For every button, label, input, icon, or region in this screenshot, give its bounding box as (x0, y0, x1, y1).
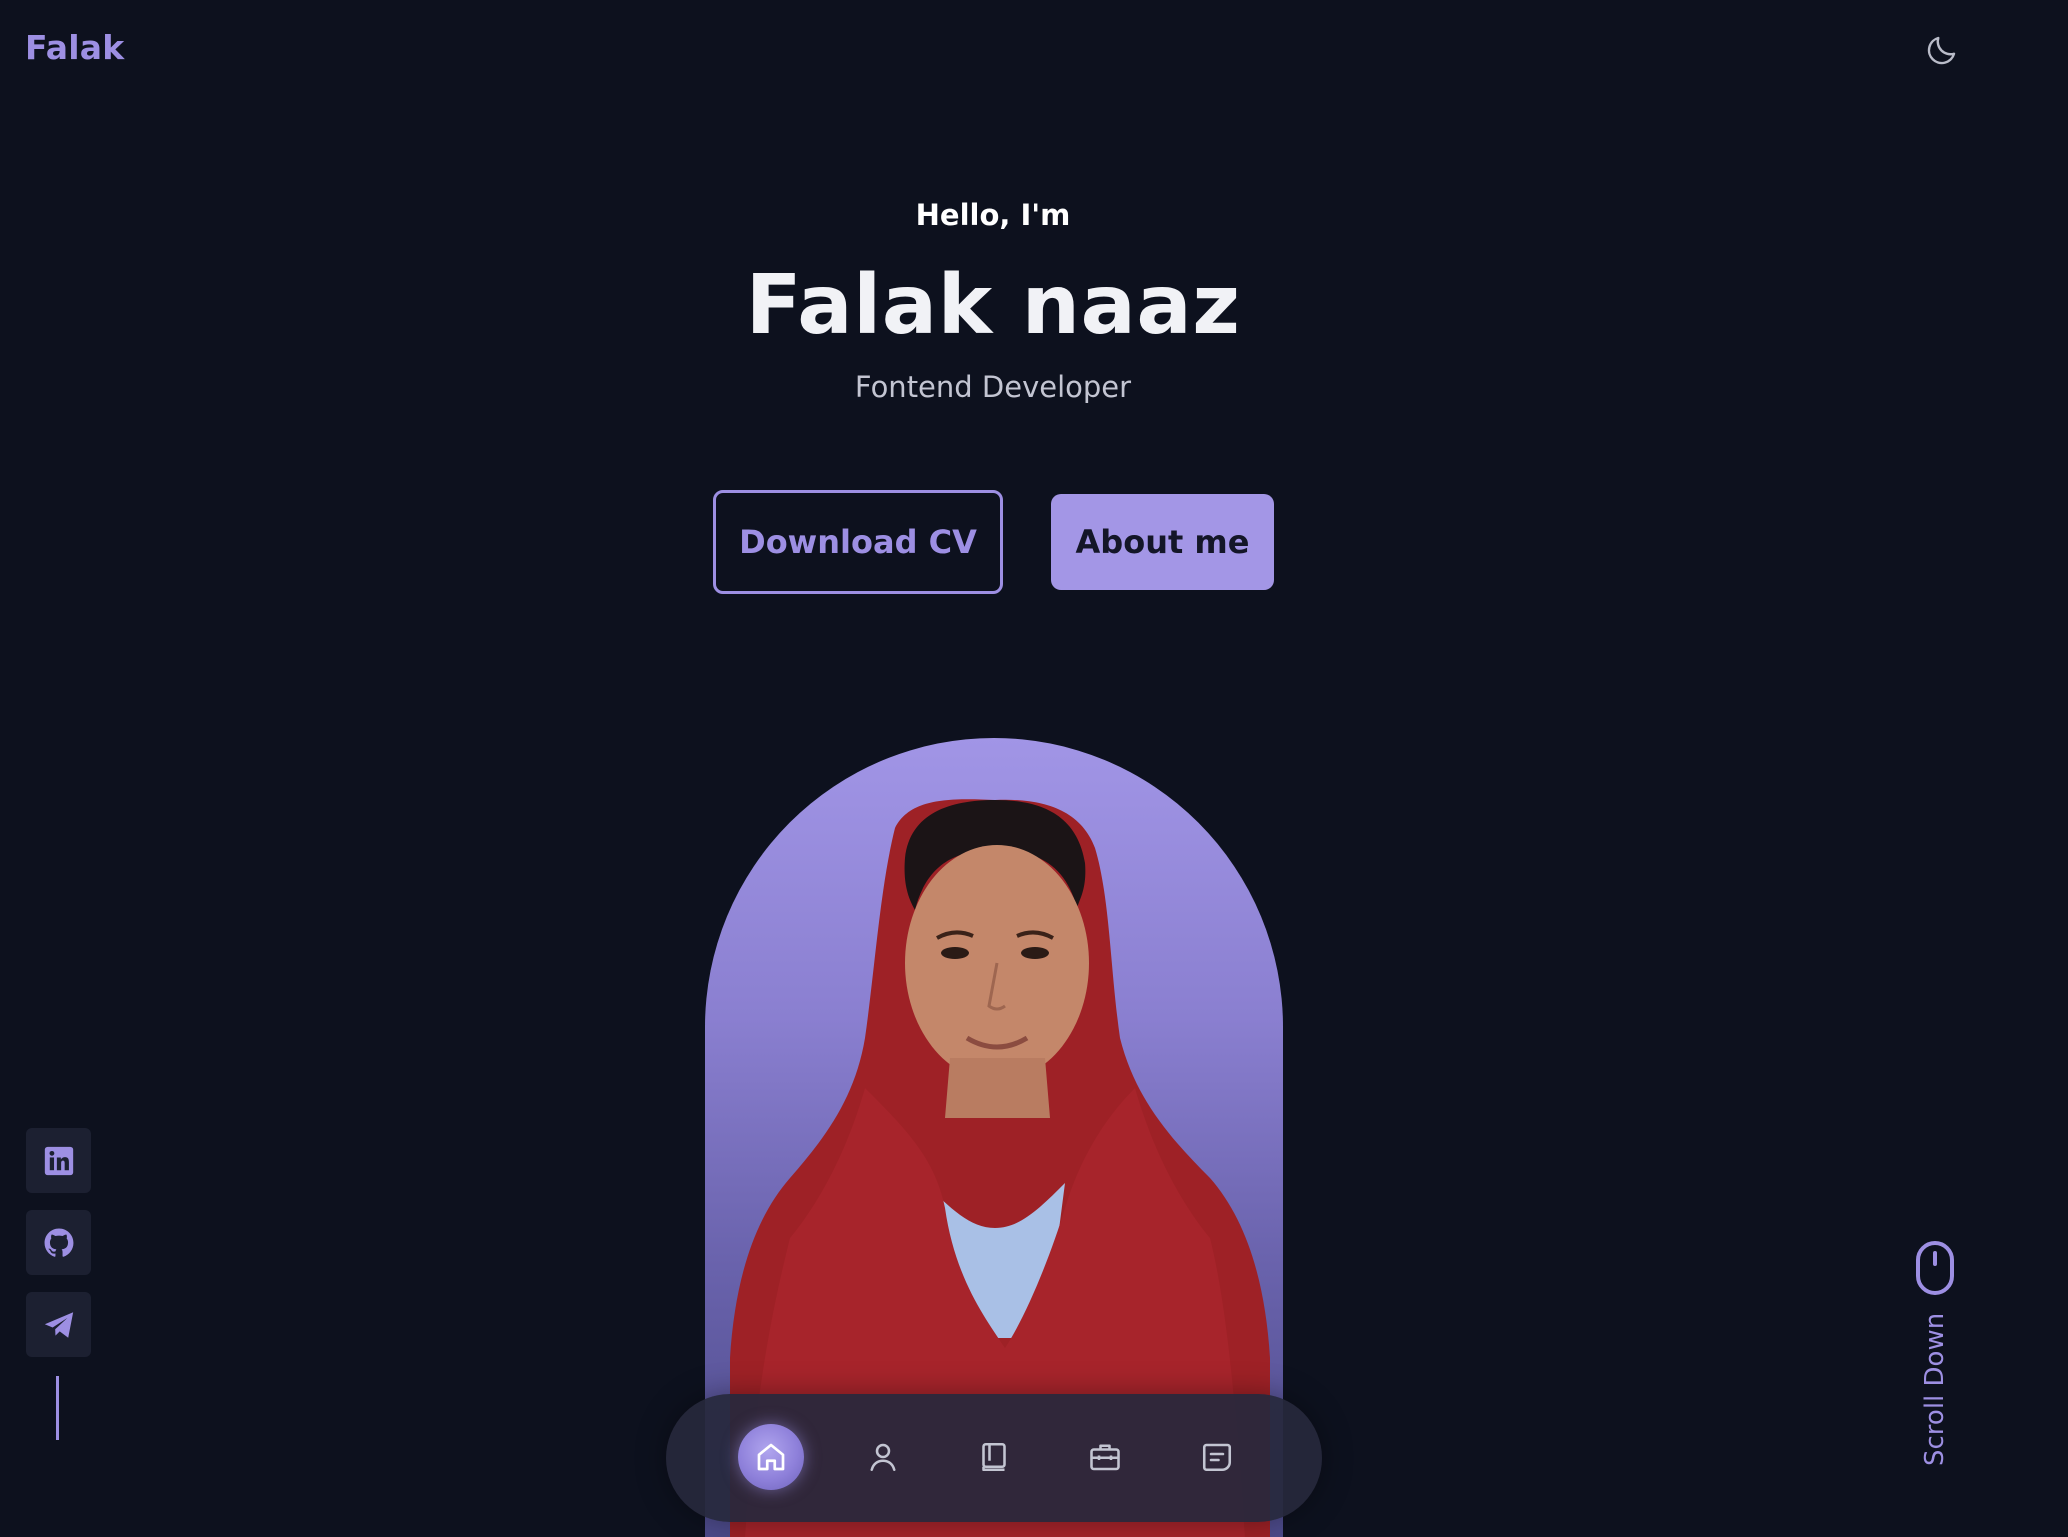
mouse-icon (1916, 1241, 1954, 1295)
home-icon (757, 1443, 785, 1471)
nav-about[interactable] (850, 1424, 916, 1490)
scroll-down-button[interactable] (1915, 1240, 1955, 1296)
user-icon (870, 1443, 896, 1472)
nav-services[interactable] (1072, 1424, 1138, 1490)
telegram-icon (44, 1311, 73, 1338)
telegram-link[interactable] (26, 1292, 91, 1357)
page: Falak Hello, I'm Falak naaz Fontend Deve… (0, 0, 2068, 1537)
book-icon (982, 1442, 1006, 1472)
message-icon (1202, 1443, 1232, 1472)
github-link[interactable] (26, 1210, 91, 1275)
bottom-nav (666, 1394, 1322, 1522)
briefcase-icon (1090, 1444, 1120, 1471)
linkedin-icon (44, 1146, 73, 1175)
greeting: Hello, I'm (915, 198, 1071, 232)
linkedin-link[interactable] (26, 1128, 91, 1193)
github-icon (44, 1228, 73, 1257)
moon-icon (1927, 36, 1956, 65)
logo[interactable]: Falak (25, 28, 124, 67)
scroll-down-label[interactable]: Scroll Down (1910, 1313, 1960, 1466)
about-me-button[interactable]: About me (1051, 494, 1274, 590)
nav-home[interactable] (738, 1424, 804, 1490)
nav-contact[interactable] (1184, 1424, 1250, 1490)
hero-role: Fontend Developer (854, 370, 1132, 404)
download-cv-button[interactable]: Download CV (713, 490, 1003, 594)
theme-toggle-button[interactable] (1920, 28, 1964, 72)
social-divider-line (56, 1376, 59, 1440)
hero-name: Falak naaz (745, 258, 1241, 353)
nav-qualification[interactable] (961, 1424, 1027, 1490)
